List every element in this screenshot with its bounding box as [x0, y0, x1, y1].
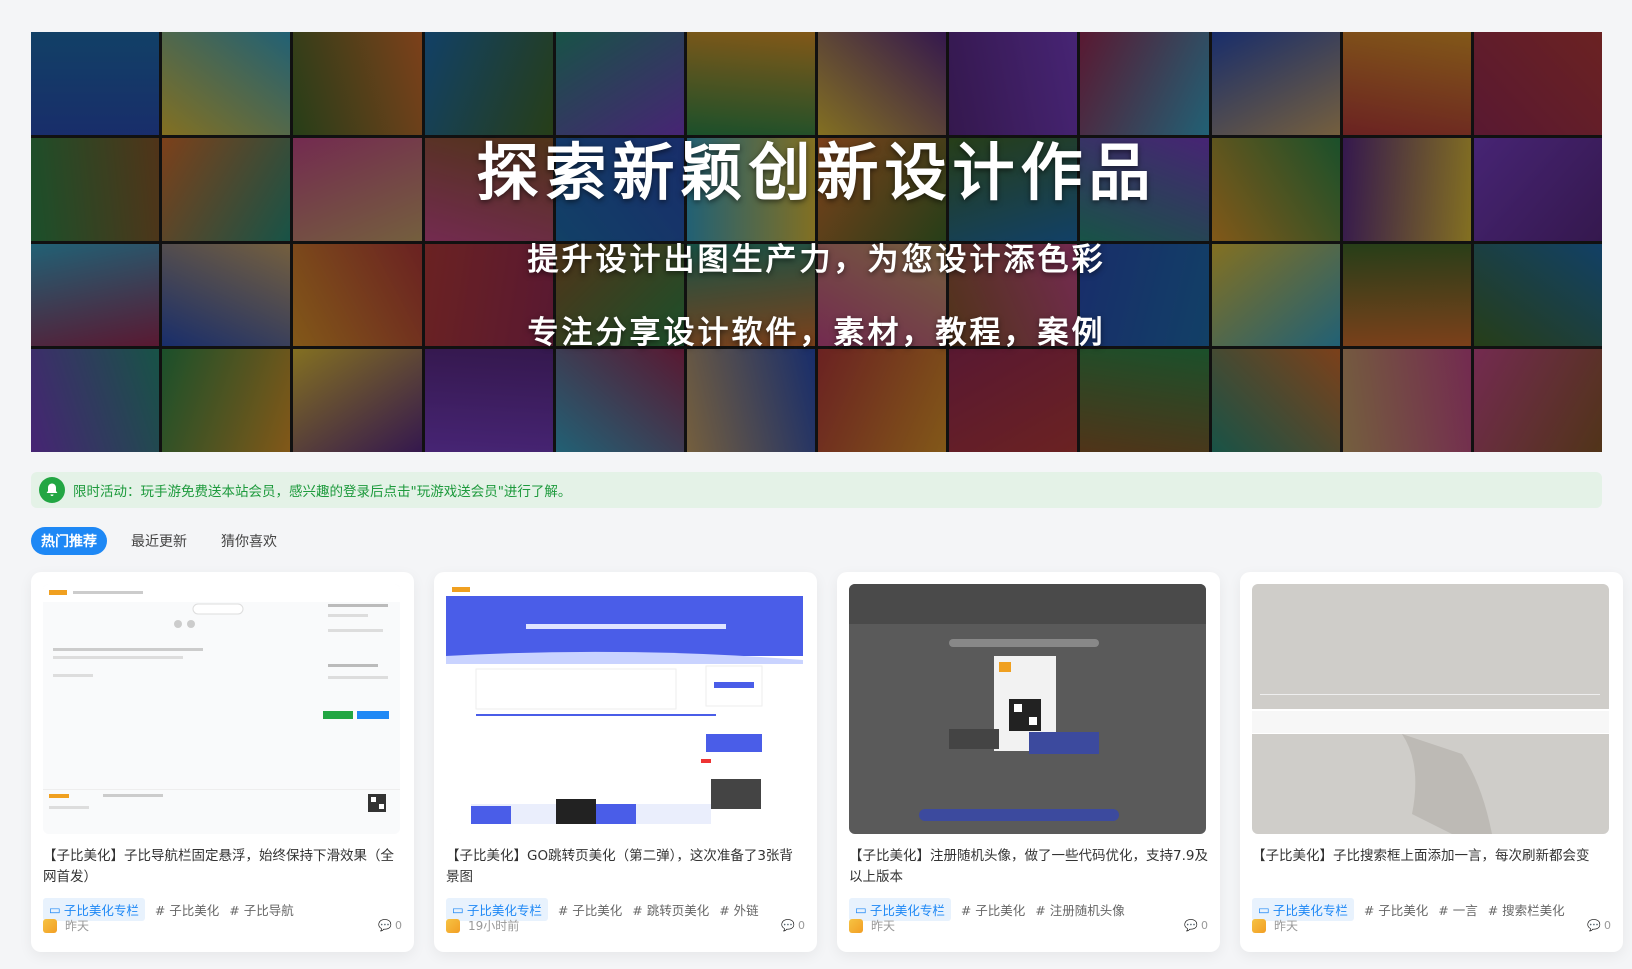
- post-title[interactable]: 【子比美化】子比导航栏固定悬浮，始终保持下滑效果（全网首发）: [43, 846, 402, 888]
- post-title[interactable]: 【子比美化】GO跳转页美化（第二弹），这次准备了3张背景图: [446, 846, 805, 888]
- folder-icon: ▭: [1258, 902, 1270, 917]
- post-title[interactable]: 【子比美化】注册随机头像，做了一些代码优化，支持7.9及以上版本: [849, 846, 1208, 888]
- comment-value: 0: [1604, 919, 1611, 932]
- post-tabs: 热门推荐 最近更新 猜你喜欢: [31, 527, 287, 555]
- avatar[interactable]: [43, 918, 57, 933]
- comment-count: 💬 0: [1184, 919, 1208, 932]
- banner-subtitle-2: 专注分享设计软件，素材，教程，案例: [527, 315, 1106, 351]
- folder-icon: ▭: [452, 902, 464, 917]
- post-time: 昨天: [65, 919, 90, 933]
- banner-subtitle: 提升设计出图生产力，为您设计添色彩: [527, 242, 1106, 278]
- comment-value: 0: [798, 919, 805, 932]
- post-thumbnail[interactable]: [1252, 584, 1609, 834]
- avatar[interactable]: [849, 918, 863, 933]
- comment-value: 0: [395, 919, 402, 932]
- bell-icon: [39, 477, 65, 503]
- comment-icon: 💬: [1587, 919, 1601, 932]
- notice-text: 限时活动：玩手游免费送本站会员，感兴趣的登录后点击"玩游戏送会员"进行了解。: [73, 484, 572, 500]
- post-card[interactable]: 【子比美化】子比导航栏固定悬浮，始终保持下滑效果（全网首发） ▭ 子比美化专栏 …: [31, 572, 414, 952]
- post-card[interactable]: 【子比美化】子比搜索框上面添加一言，每次刷新都会变 ▭ 子比美化专栏 # 子比美…: [1240, 572, 1623, 952]
- banner-title: 探索新颖创新设计作品: [476, 136, 1157, 209]
- notice-bar: 限时活动：玩手游免费送本站会员，感兴趣的登录后点击"玩游戏送会员"进行了解。: [31, 472, 1602, 508]
- comment-icon: 💬: [781, 919, 795, 932]
- post-thumbnail[interactable]: [446, 584, 803, 834]
- post-thumbnail[interactable]: [849, 584, 1206, 834]
- post-time: 19小时前: [468, 919, 520, 933]
- post-thumbnail[interactable]: [43, 584, 400, 834]
- post-time: 昨天: [871, 919, 896, 933]
- comment-icon: 💬: [1184, 919, 1198, 932]
- post-meta: 昨天 💬 0: [1252, 917, 1611, 934]
- hero-banner: 探索新颖创新设计作品 提升设计出图生产力，为您设计添色彩 专注分享设计软件，素材…: [31, 32, 1602, 452]
- tab-hot[interactable]: 热门推荐: [31, 527, 107, 555]
- comment-value: 0: [1201, 919, 1208, 932]
- folder-icon: ▭: [855, 902, 867, 917]
- avatar[interactable]: [1252, 918, 1266, 933]
- post-meta: 19小时前 💬 0: [446, 917, 805, 934]
- comment-count: 💬 0: [378, 919, 402, 932]
- comment-count: 💬 0: [781, 919, 805, 932]
- tab-latest[interactable]: 最近更新: [121, 527, 197, 555]
- post-card[interactable]: 【子比美化】注册随机头像，做了一些代码优化，支持7.9及以上版本 ▭ 子比美化专…: [837, 572, 1220, 952]
- post-title[interactable]: 【子比美化】子比搜索框上面添加一言，每次刷新都会变: [1252, 846, 1611, 888]
- post-meta: 昨天 💬 0: [849, 917, 1208, 934]
- post-time: 昨天: [1274, 919, 1299, 933]
- post-meta: 昨天 💬 0: [43, 917, 402, 934]
- comment-count: 💬 0: [1587, 919, 1611, 932]
- banner-text: 探索新颖创新设计作品 提升设计出图生产力，为您设计添色彩 专注分享设计软件，素材…: [31, 32, 1602, 452]
- avatar[interactable]: [446, 918, 460, 933]
- folder-icon: ▭: [49, 902, 61, 917]
- tab-recommend[interactable]: 猜你喜欢: [211, 527, 287, 555]
- comment-icon: 💬: [378, 919, 392, 932]
- post-card[interactable]: 【子比美化】GO跳转页美化（第二弹），这次准备了3张背景图 ▭ 子比美化专栏 #…: [434, 572, 817, 952]
- post-list: 【子比美化】子比导航栏固定悬浮，始终保持下滑效果（全网首发） ▭ 子比美化专栏 …: [31, 572, 1623, 952]
